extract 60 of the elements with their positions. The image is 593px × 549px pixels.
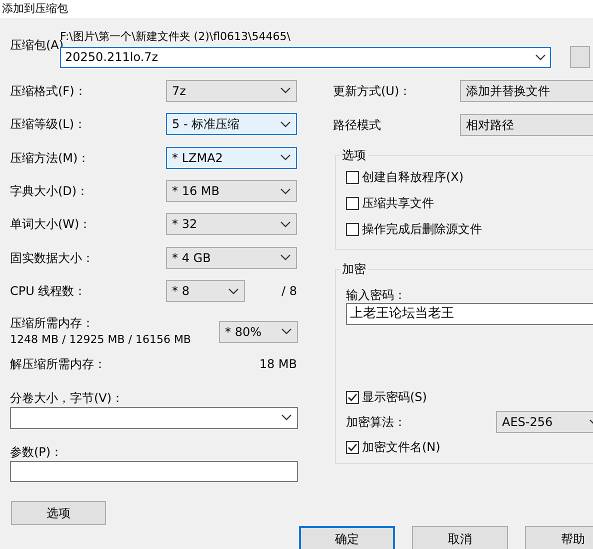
- dropdown[interactable]: AES-256: [496, 411, 593, 433]
- password-field[interactable]: 上老王论坛当老王: [346, 303, 593, 325]
- field-label: 输入密码：: [346, 287, 407, 303]
- field-label: 路径模式: [333, 117, 382, 134]
- dropdown[interactable]: 7z: [166, 80, 297, 102]
- dropdown[interactable]: 5 - 标准压缩: [166, 113, 297, 136]
- field-label: 分卷大小，字节(V)：: [10, 390, 125, 405]
- dropdown[interactable]: * 4 GB: [166, 246, 297, 269]
- field-label: CPU 线程数：: [10, 283, 88, 300]
- dropdown[interactable]: [10, 406, 298, 429]
- field-label: 压缩等级(L)：: [10, 116, 88, 134]
- parameters-field[interactable]: [10, 460, 298, 482]
- checkbox-label: 创建自释放程序(X): [362, 169, 464, 186]
- chevron-icon: [280, 254, 291, 262]
- chevron-icon: [280, 220, 291, 228]
- checkbox[interactable]: [346, 440, 359, 454]
- field-label: 字典大小(D)：: [10, 183, 90, 200]
- dialog-button[interactable]: 帮助: [525, 526, 593, 549]
- archive-field[interactable]: 20250.211lo.7z: [60, 46, 551, 68]
- chevron-icon: [280, 188, 291, 195]
- dialog-button[interactable]: 取消: [412, 526, 508, 549]
- dropdown[interactable]: * 80%: [219, 320, 298, 343]
- options-button[interactable]: 选项: [11, 501, 106, 525]
- checkbox-label: 加密文件名(N): [362, 439, 440, 456]
- chevron-icon: [281, 414, 292, 422]
- memory-usage: 1248 MB / 12925 MB / 16156 MB: [10, 332, 192, 348]
- memory-value: 18 MB: [259, 356, 297, 374]
- field-label: 单词大小(W)：: [10, 216, 92, 234]
- chevron-icon: [228, 288, 239, 295]
- dropdown[interactable]: * 16 MB: [166, 180, 297, 202]
- checkbox-label: 操作完成后删除源文件: [362, 221, 482, 238]
- checkbox[interactable]: [346, 196, 359, 210]
- checkbox[interactable]: [346, 390, 359, 404]
- chevron-icon: [280, 87, 291, 94]
- checkbox[interactable]: [346, 222, 359, 236]
- checkbox[interactable]: [346, 170, 359, 184]
- field-label: 压缩所需内存：: [10, 315, 95, 332]
- field-label: 解压缩所需内存：: [10, 356, 106, 374]
- chevron-icon: [280, 154, 291, 162]
- group-title: 选项: [341, 147, 367, 164]
- chevron-icon: [535, 54, 546, 60]
- chevron-icon: [281, 328, 292, 336]
- field-label: 更新方式(U)：: [333, 83, 412, 100]
- dropdown[interactable]: * 32: [166, 213, 297, 236]
- checkbox-label: 显示密码(S): [362, 389, 427, 406]
- dropdown[interactable]: 添加并替换文件: [460, 80, 593, 102]
- chevron-icon: [280, 120, 291, 128]
- field-label: 压缩方法(M)：: [10, 150, 91, 167]
- field-label: 加密算法：: [346, 414, 407, 431]
- dialog-button[interactable]: 确定: [299, 526, 395, 549]
- dropdown[interactable]: * LZMA2: [166, 146, 297, 169]
- group-title: 加密: [341, 261, 367, 278]
- thread-count: / 8: [282, 283, 297, 300]
- dropdown[interactable]: * 8: [166, 280, 245, 302]
- field-label: 参数(P)：: [10, 444, 64, 459]
- dropdown[interactable]: 相对路径: [460, 114, 593, 136]
- checkbox-label: 压缩共享文件: [362, 195, 434, 212]
- window-title: 添加到压缩包: [2, 0, 68, 17]
- field-label: 压缩格式(F)：: [10, 82, 88, 100]
- field-label: 固实数据大小：: [10, 250, 95, 267]
